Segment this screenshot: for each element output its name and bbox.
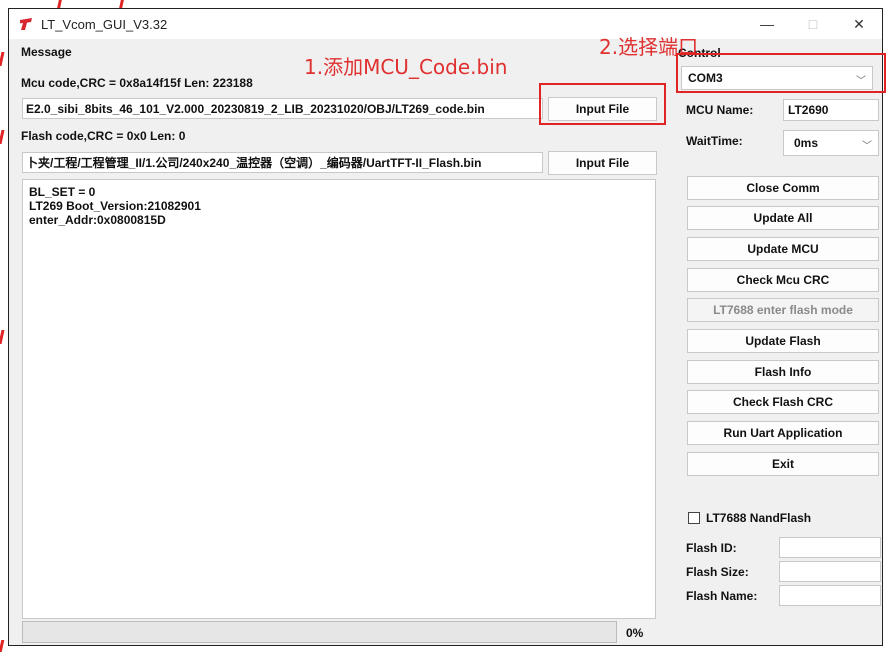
lt7688-enter-flash-mode-button[interactable]: LT7688 enter flash mode <box>687 298 879 322</box>
check-flash-crc-button[interactable]: Check Flash CRC <box>687 390 879 414</box>
message-log-area[interactable]: BL_SET = 0 LT269 Boot_Version:21082901 e… <box>22 179 656 619</box>
com-port-select[interactable]: COM3 ﹀ <box>681 66 873 90</box>
log-line: BL_SET = 0 <box>29 185 96 199</box>
minimize-button[interactable]: — <box>744 9 790 39</box>
window-title: LT_Vcom_GUI_V3.32 <box>41 17 168 32</box>
update-flash-button[interactable]: Update Flash <box>687 329 879 353</box>
annotation-step-2: 2.选择端口 <box>599 35 699 59</box>
run-uart-application-button[interactable]: Run Uart Application <box>687 421 879 445</box>
annotation-edge-mark <box>0 330 5 344</box>
annotation-edge-mark <box>57 0 62 8</box>
annotation-edge-mark <box>0 130 5 144</box>
flash-code-info: Flash code,CRC = 0x0 Len: 0 <box>21 129 186 143</box>
maximize-button[interactable]: □ <box>790 9 836 39</box>
close-comm-button[interactable]: Close Comm <box>687 176 879 200</box>
chevron-down-icon: ﹀ <box>862 141 872 152</box>
wait-time-value: 0ms <box>794 136 819 150</box>
lt7688-nandflash-checkbox[interactable] <box>688 512 700 524</box>
mcu-input-file-button[interactable]: Input File <box>548 97 657 121</box>
log-line: enter_Addr:0x0800815D <box>29 213 166 227</box>
mcu-name-field[interactable]: LT2690 <box>783 99 879 121</box>
chevron-down-icon: ﹀ <box>856 76 866 87</box>
update-all-button[interactable]: Update All <box>687 206 879 230</box>
close-window-button[interactable]: ✕ <box>836 9 882 39</box>
check-mcu-crc-button[interactable]: Check Mcu CRC <box>687 268 879 292</box>
message-group-title: Message <box>21 45 72 59</box>
annotation-edge-mark <box>0 640 5 652</box>
exit-button[interactable]: Exit <box>687 452 879 476</box>
app-logo-icon <box>20 18 32 30</box>
flash-id-label: Flash ID: <box>686 541 737 555</box>
annotation-edge-mark <box>119 0 124 8</box>
flash-name-label: Flash Name: <box>686 589 758 603</box>
com-port-value: COM3 <box>688 71 723 85</box>
mcu-code-info: Mcu code,CRC = 0x8a14f15f Len: 223188 <box>21 76 253 90</box>
flash-size-field[interactable] <box>779 561 881 582</box>
wait-time-select[interactable]: 0ms ﹀ <box>783 130 879 156</box>
wait-time-label: WaitTime: <box>686 134 743 148</box>
progress-percent: 0% <box>626 626 644 640</box>
title-bar: LT_Vcom_GUI_V3.32 — □ ✕ <box>9 9 882 39</box>
lt7688-nandflash-label: LT7688 NandFlash <box>706 511 812 525</box>
log-line: LT269 Boot_Version:21082901 <box>29 199 201 213</box>
annotation-edge-mark <box>0 52 5 66</box>
flash-info-button[interactable]: Flash Info <box>687 360 879 384</box>
flash-name-field[interactable] <box>779 585 881 606</box>
flash-id-field[interactable] <box>779 537 881 558</box>
flash-input-file-button[interactable]: Input File <box>548 151 657 175</box>
mcu-name-label: MCU Name: <box>686 103 754 117</box>
flash-file-path-field[interactable]: 卜夹/工程/工程管理_II/1.公司/240x240_温控器（空调）_编码器/U… <box>22 152 543 173</box>
app-window: LT_Vcom_GUI_V3.32 — □ ✕ Message Mcu code… <box>8 8 883 646</box>
annotation-step-1: 1.添加MCU_Code.bin <box>304 55 508 79</box>
mcu-file-path-field[interactable]: E2.0_sibi_8bits_46_101_V2.000_20230819_2… <box>22 98 543 119</box>
update-mcu-button[interactable]: Update MCU <box>687 237 879 261</box>
flash-size-label: Flash Size: <box>686 565 749 579</box>
progress-bar <box>22 621 617 643</box>
